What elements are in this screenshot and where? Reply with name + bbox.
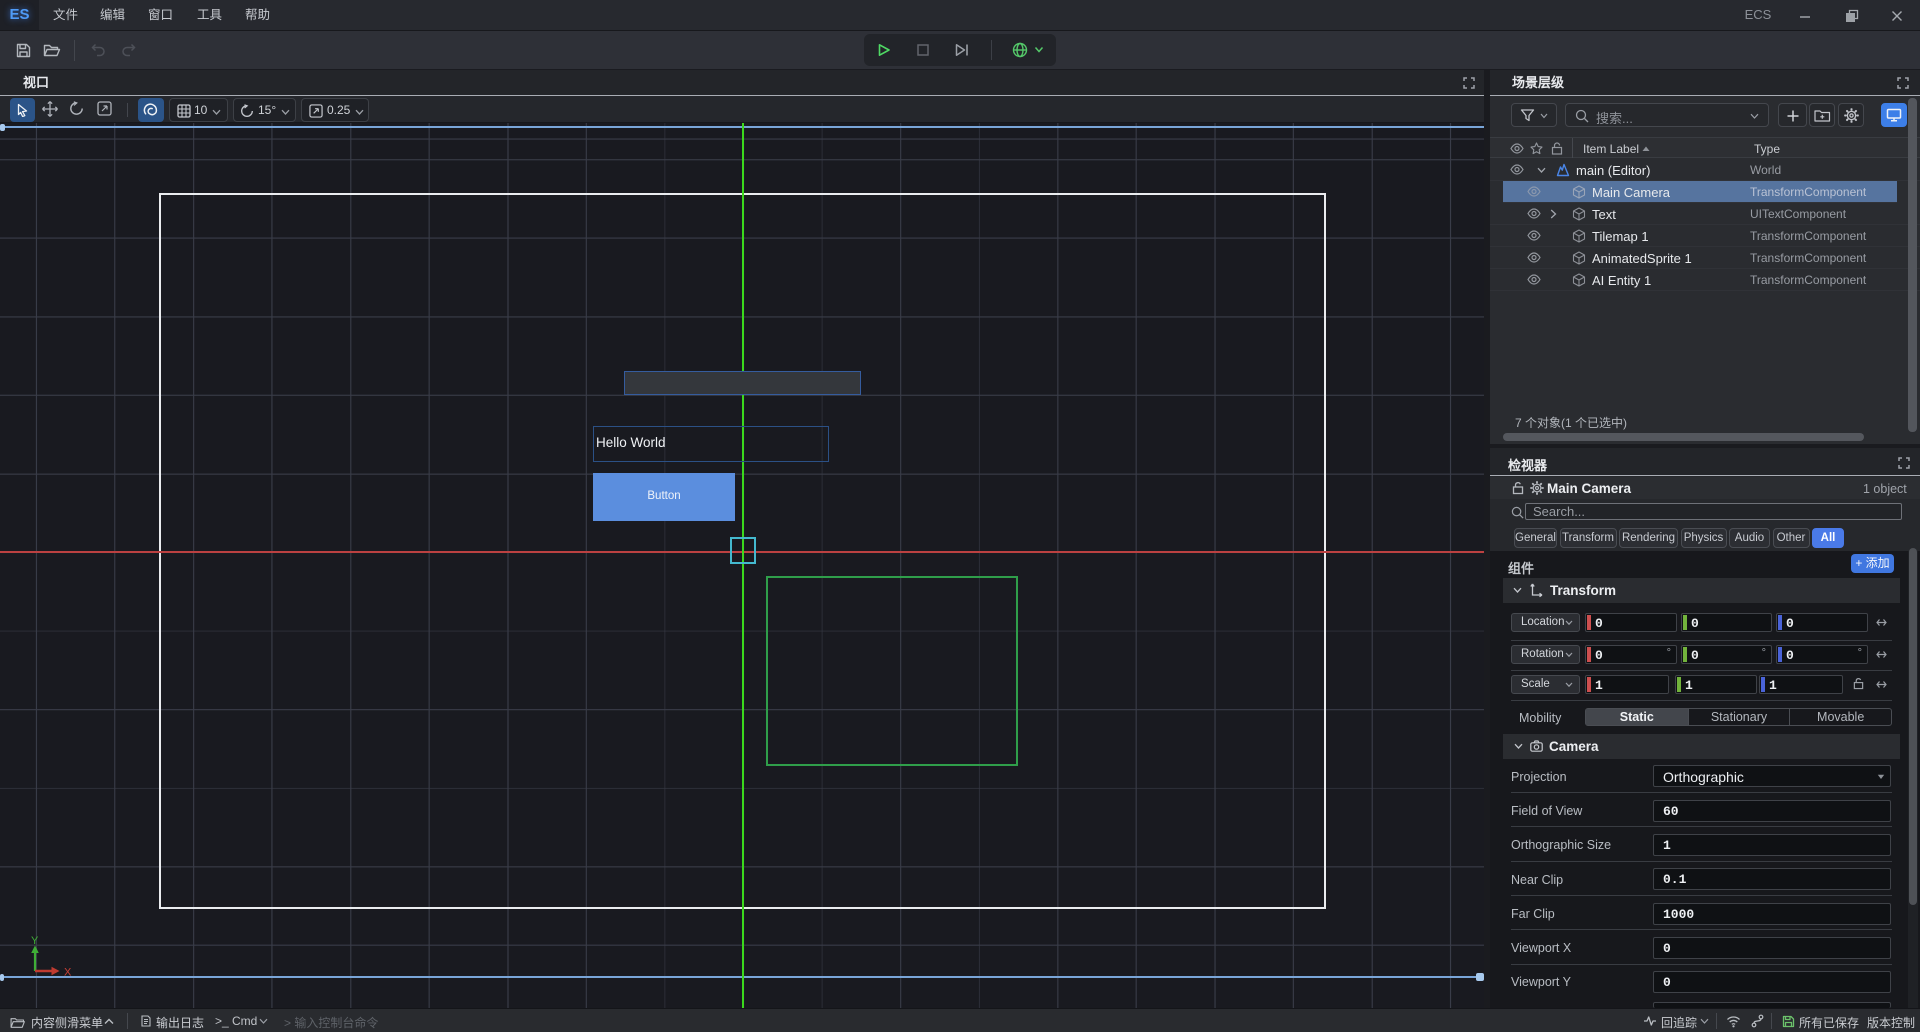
svg-text:Y: Y	[31, 935, 39, 947]
svg-text:X: X	[64, 967, 72, 979]
